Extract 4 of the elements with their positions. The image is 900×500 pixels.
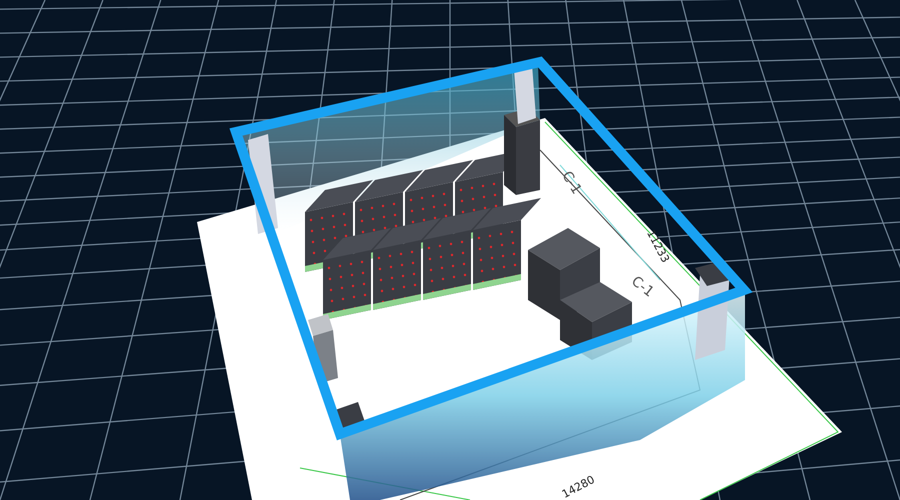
zone-label: C-1 [558,168,584,198]
zone-label: C-1 [628,273,657,300]
corner-block [695,262,730,286]
electrical-panel-drawing [308,314,338,384]
